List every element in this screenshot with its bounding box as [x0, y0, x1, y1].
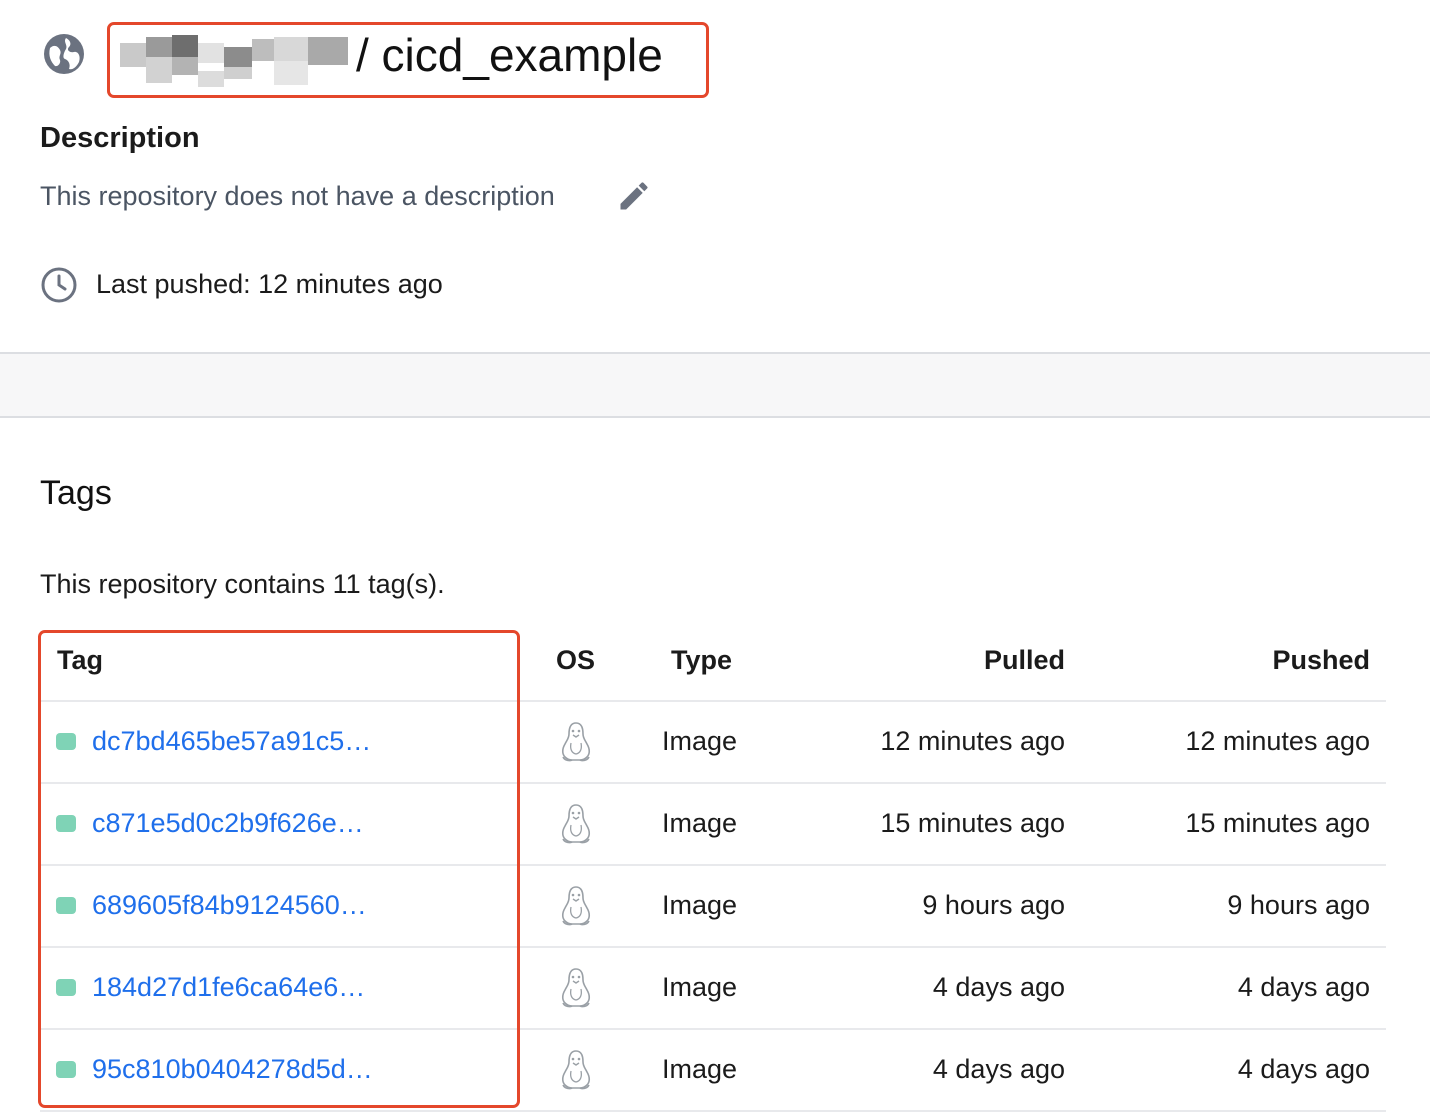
status-dot — [56, 815, 76, 832]
status-dot — [56, 1061, 76, 1078]
type-cell: Image — [662, 726, 738, 756]
description-text: This repository does not have a descript… — [40, 181, 555, 211]
linux-tux-icon — [558, 967, 594, 1009]
clock-icon — [41, 267, 77, 303]
row-divider — [40, 1110, 1386, 1112]
status-dot — [56, 979, 76, 996]
pencil-icon[interactable] — [616, 178, 652, 214]
type-cell: Image — [662, 972, 738, 1002]
tags-count-text: This repository contains 11 tag(s). — [40, 569, 445, 599]
pulled-cell: 4 days ago — [932, 1054, 1065, 1084]
type-cell: Image — [662, 808, 738, 838]
pulled-cell: 12 minutes ago — [880, 726, 1065, 756]
pulled-cell: 4 days ago — [932, 972, 1065, 1002]
table-row: 95c810b0404278d5d… Image 4 days ago 4 da… — [40, 1029, 1386, 1111]
column-header-pushed[interactable]: Pushed — [1160, 642, 1370, 678]
linux-tux-icon — [558, 1049, 594, 1091]
linux-tux-icon — [558, 803, 594, 845]
pushed-cell: 15 minutes ago — [1185, 808, 1370, 838]
linux-tux-icon — [558, 885, 594, 927]
column-header-os: OS — [556, 645, 596, 675]
type-cell: Image — [662, 890, 738, 920]
column-header-tag[interactable]: Tag — [57, 642, 103, 678]
tag-link[interactable]: c871e5d0c2b9f626e… — [92, 805, 392, 841]
pushed-cell: 4 days ago — [1237, 972, 1370, 1002]
table-row: 184d27d1fe6ca64e6… Image 4 days ago 4 da… — [40, 947, 1386, 1029]
highlight-box-title — [107, 22, 709, 98]
last-pushed-text: Last pushed: 12 minutes ago — [96, 269, 443, 299]
pushed-cell: 9 hours ago — [1227, 890, 1370, 920]
tag-link[interactable]: 184d27d1fe6ca64e6… — [92, 969, 392, 1005]
table-row: c871e5d0c2b9f626e… Image 15 minutes ago … — [40, 783, 1386, 865]
status-dot — [56, 733, 76, 750]
tags-heading: Tags — [40, 474, 112, 512]
section-divider — [0, 352, 1430, 418]
column-header-pulled[interactable]: Pulled — [860, 642, 1065, 678]
pulled-cell: 15 minutes ago — [880, 808, 1065, 838]
pulled-cell: 9 hours ago — [922, 890, 1065, 920]
pushed-cell: 4 days ago — [1237, 1054, 1370, 1084]
table-row: 689605f84b9124560… Image 9 hours ago 9 h… — [40, 865, 1386, 947]
tag-link[interactable]: 689605f84b9124560… — [92, 887, 392, 923]
table-row: dc7bd465be57a91c5… Image 12 minutes ago … — [40, 701, 1386, 783]
tag-link[interactable]: dc7bd465be57a91c5… — [92, 723, 392, 759]
column-header-type: Type — [671, 645, 733, 675]
linux-tux-icon — [558, 721, 594, 763]
pushed-cell: 12 minutes ago — [1185, 726, 1370, 756]
tag-link[interactable]: 95c810b0404278d5d… — [92, 1051, 392, 1087]
globe-icon — [44, 34, 84, 74]
status-dot — [56, 897, 76, 914]
type-cell: Image — [662, 1054, 738, 1084]
description-heading: Description — [40, 122, 200, 154]
